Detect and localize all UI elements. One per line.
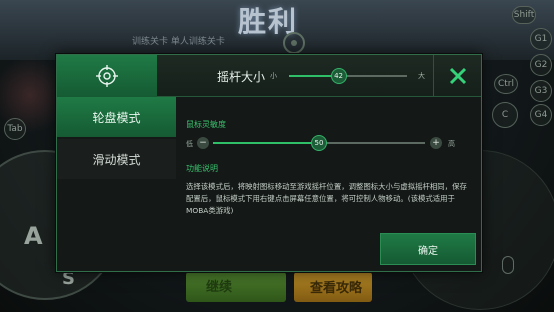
key-g1[interactable]: G1 <box>530 28 552 50</box>
bg-crosshair-icon <box>283 32 305 54</box>
continue-label: 继续 <box>206 280 233 295</box>
close-button[interactable] <box>433 55 481 97</box>
sensitivity-value: 50 <box>314 139 324 147</box>
nav-item-swipe-mode[interactable]: 滑动模式 <box>57 139 176 179</box>
sensitivity-title: 鼠标灵敏度 <box>186 120 226 129</box>
stick-size-slider-knob[interactable]: 42 <box>330 68 347 84</box>
target-tab[interactable] <box>57 55 157 97</box>
view-guide-label: 查看攻略 <box>310 281 363 296</box>
key-c-label: C <box>501 110 509 120</box>
mouse-icon <box>502 256 514 274</box>
stage-subtitle: 训练关卡 单人训练关卡 <box>132 37 225 47</box>
key-g3-label: G3 <box>534 86 548 96</box>
key-g1-label: G1 <box>534 34 548 44</box>
continue-button[interactable]: 继续 <box>186 272 286 302</box>
nav-item-wheel-mode[interactable]: 轮盘模式 <box>57 97 176 137</box>
size-max-label: 大 <box>418 72 425 80</box>
joystick-settings-dialog: 摇杆大小 小 42 大 轮盘模式 滑动模式 鼠标灵敏度 低 − 50 + 高 功… <box>56 54 482 272</box>
sensitivity-decrease-button[interactable]: − <box>197 137 209 149</box>
key-shift-label: Shift <box>513 10 535 20</box>
key-g2-label: G2 <box>534 60 548 70</box>
key-g4[interactable]: G4 <box>530 104 552 126</box>
key-a: A <box>24 222 43 250</box>
key-c[interactable]: C <box>492 102 518 128</box>
dialog-header: 摇杆大小 小 42 大 <box>57 55 481 97</box>
key-g3[interactable]: G3 <box>530 80 552 102</box>
close-x-icon <box>449 67 466 85</box>
key-ctrl-label: Ctrl <box>497 79 514 89</box>
description-title: 功能说明 <box>186 164 218 173</box>
confirm-label: 确定 <box>418 245 438 257</box>
key-ctrl[interactable]: Ctrl <box>494 74 518 94</box>
confirm-button[interactable]: 确定 <box>380 233 476 265</box>
stick-size-label: 摇杆大小 <box>217 70 266 84</box>
nav-item-label: 滑动模式 <box>92 152 141 167</box>
sensitivity-high-label: 高 <box>448 140 455 148</box>
nav-item-label: 轮盘模式 <box>92 110 141 125</box>
sensitivity-low-label: 低 <box>186 140 193 148</box>
key-a-label: A <box>24 222 43 250</box>
description-body: 选择该模式后，将映射图标移动至游戏摇杆位置，调整图标大小与虚拟摇杆相同，保存配置… <box>186 182 467 215</box>
key-g2[interactable]: G2 <box>530 54 552 76</box>
mode-nav: 轮盘模式 滑动模式 <box>57 97 176 223</box>
key-shift[interactable]: Shift <box>512 6 536 24</box>
key-tab-label: Tab <box>7 124 23 134</box>
size-min-label: 小 <box>270 72 277 80</box>
key-tab[interactable]: Tab <box>4 118 26 140</box>
key-g4-label: G4 <box>534 110 548 120</box>
sensitivity-slider-knob[interactable]: 50 <box>311 135 327 151</box>
stick-size-value: 42 <box>334 72 343 80</box>
sensitivity-fill <box>213 142 319 144</box>
crosshair-icon <box>96 65 118 87</box>
sensitivity-increase-button[interactable]: + <box>430 137 442 149</box>
